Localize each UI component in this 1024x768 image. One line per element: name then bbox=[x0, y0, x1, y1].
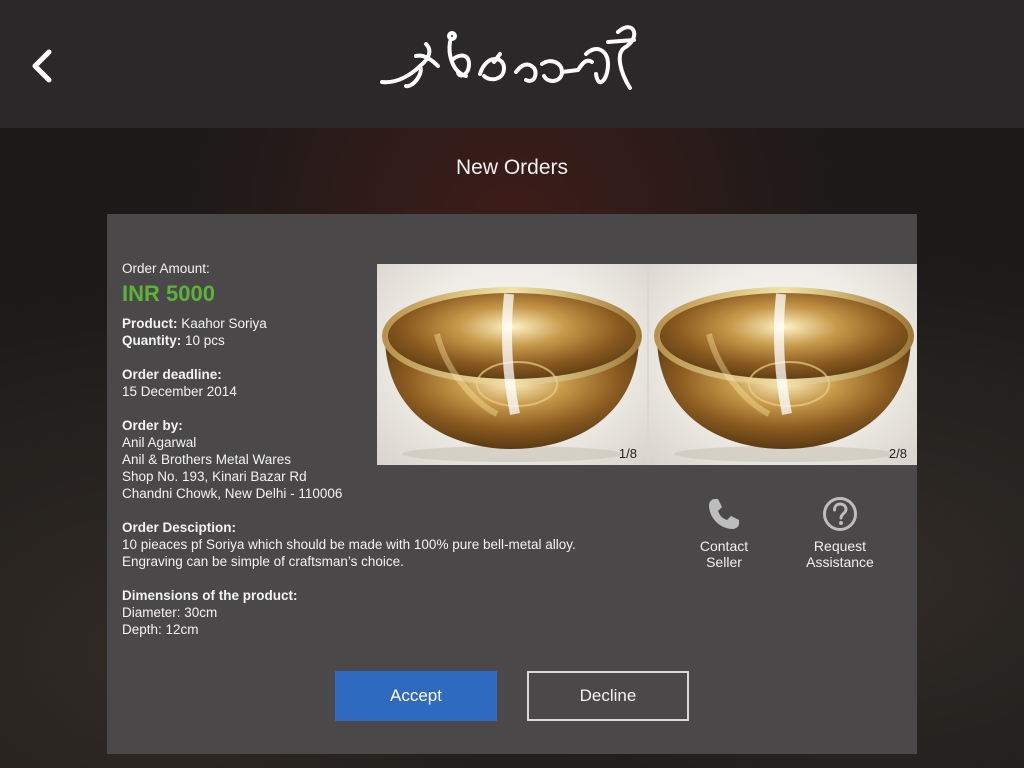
phone-icon bbox=[709, 499, 739, 529]
accept-button[interactable]: Accept bbox=[335, 671, 497, 721]
contact-label-1: Contact bbox=[699, 538, 749, 554]
app-header bbox=[0, 0, 1024, 128]
quantity-value: 10 pcs bbox=[185, 333, 225, 348]
order-by-address-1: Shop No. 193, Kinari Bazar Rd bbox=[122, 469, 307, 484]
dimensions-label: Dimensions of the product: bbox=[122, 588, 298, 603]
product-photo[interactable]: 1/8 bbox=[377, 264, 647, 465]
quantity-label: Quantity: bbox=[122, 333, 182, 348]
chevron-left-icon bbox=[32, 49, 52, 83]
order-card: Order Amount: INR 5000 Product: Kaahor S… bbox=[107, 214, 917, 754]
handwritten-logo-image bbox=[380, 25, 637, 90]
bowl-image bbox=[654, 287, 914, 462]
photo-page-indicator: 2/8 bbox=[888, 446, 907, 461]
contact-seller-button[interactable]: Contact Seller bbox=[669, 496, 779, 570]
product-photo[interactable]: 2/8 bbox=[647, 264, 917, 465]
description-line-1: 10 pieaces pf Soriya which should be mad… bbox=[122, 537, 576, 552]
page-title: New Orders bbox=[455, 156, 569, 179]
product-gallery[interactable]: 1/8 2/8 bbox=[377, 264, 917, 465]
product-value: Kaahor Soriya bbox=[181, 316, 267, 331]
description-label: Order Desciption: bbox=[122, 520, 237, 535]
decline-button[interactable]: Decline bbox=[527, 671, 689, 721]
photo-page-indicator: 1/8 bbox=[618, 446, 637, 461]
dimensions-diameter: Diameter: 30cm bbox=[122, 605, 218, 620]
app-logo bbox=[372, 14, 642, 106]
product-label: Product: bbox=[122, 316, 178, 331]
bowl-image bbox=[382, 287, 642, 462]
description-line-2: Engraving can be simple of craftsman’s c… bbox=[122, 554, 404, 569]
question-circle-icon bbox=[823, 497, 857, 531]
request-assistance-button[interactable]: Request Assistance bbox=[785, 496, 895, 570]
contact-label-2: Seller bbox=[706, 554, 742, 570]
back-button[interactable] bbox=[22, 44, 62, 88]
dimensions-depth: Depth: 12cm bbox=[122, 622, 199, 637]
assist-label-2: Assistance bbox=[806, 554, 874, 570]
assist-label-1: Request bbox=[813, 538, 867, 554]
order-by-address-2: Chandni Chowk, New Delhi - 110006 bbox=[122, 486, 343, 501]
